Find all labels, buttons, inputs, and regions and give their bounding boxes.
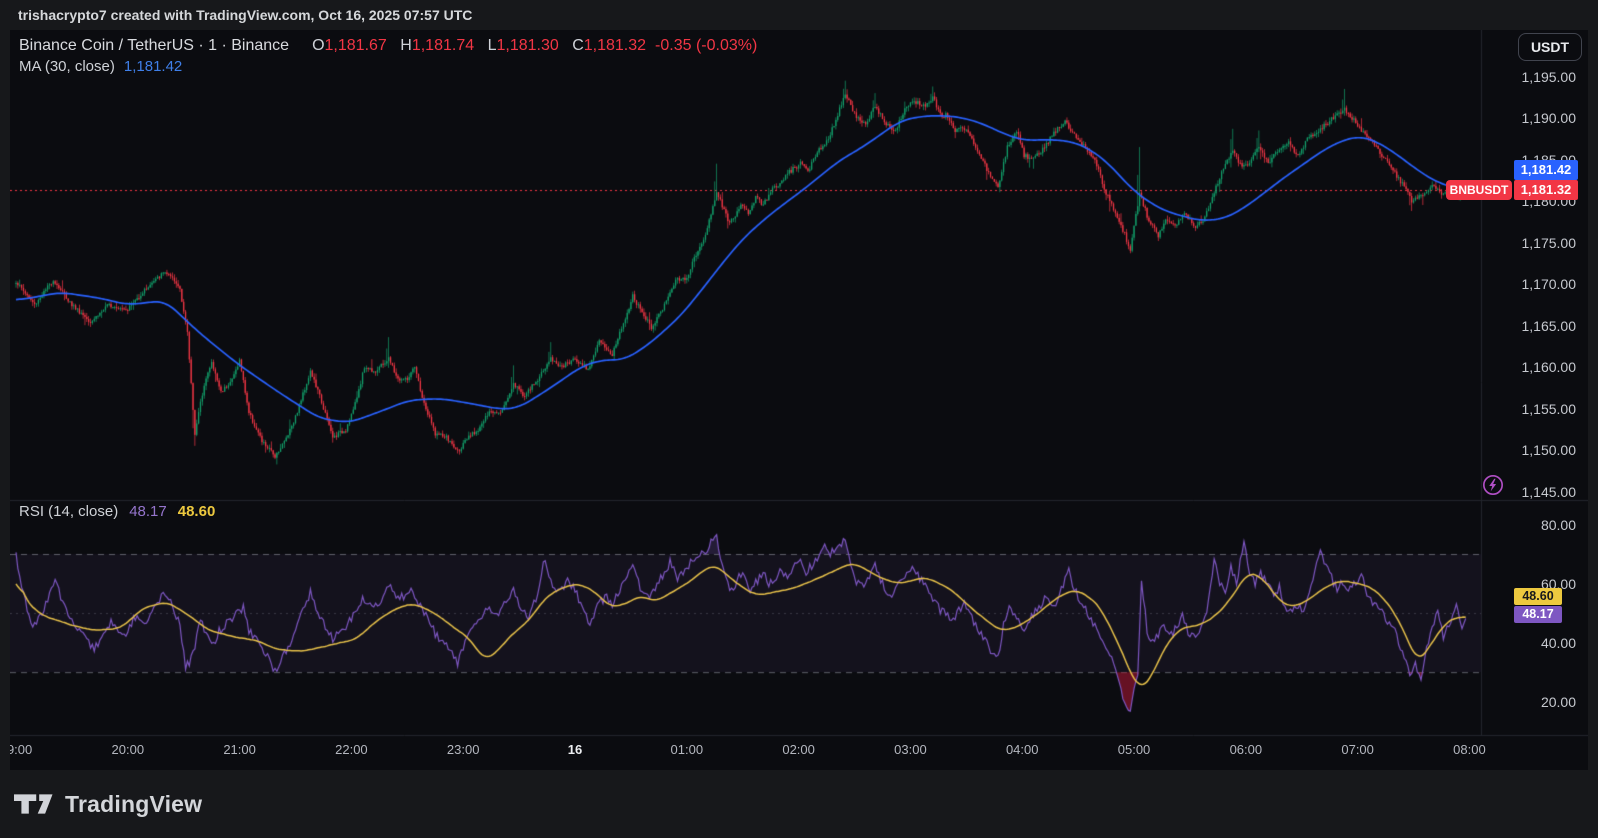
rsi-value: 48.17 [129,503,167,520]
price-tick-label: 1,170.00 [1522,276,1577,292]
time-tick-label: 04:00 [992,742,1052,757]
rsi-legend-row[interactable]: RSI (14, close) 48.17 48.60 [19,503,215,520]
attribution-text: trishacrypto7 created with TradingView.c… [18,7,472,23]
price-chart-canvas[interactable] [10,30,1588,770]
price-tick-label: 1,175.00 [1522,235,1577,251]
tradingview-logo-text[interactable]: TradingView [65,791,202,818]
ma-price-label: 1,181.42 [1514,160,1578,180]
rsi-label: RSI (14, close) [19,503,118,520]
time-tick-label: 01:00 [657,742,717,757]
rsi-tick-label: 20.00 [1541,694,1576,710]
time-tick-label: 05:00 [1104,742,1164,757]
time-tick-label: 21:00 [210,742,270,757]
main-chart-legend: Binance Coin / TetherUS · 1 · Binance O1… [19,37,757,75]
time-tick-label: 02:00 [769,742,829,757]
time-tick-label: 22:00 [321,742,381,757]
price-tick-label: 1,160.00 [1522,359,1577,375]
ma-label: MA (30, close) [19,58,115,75]
time-tick-label: 03:00 [880,742,940,757]
time-tick-label: 23:00 [433,742,493,757]
time-tick-label: 19:00 [10,742,46,757]
close-value: 1,181.32 [584,37,646,54]
ma-legend-row[interactable]: MA (30, close) 1,181.42 [19,58,757,75]
tradingview-snapshot-page: trishacrypto7 created with TradingView.c… [0,0,1598,838]
price-tick-label: 1,165.00 [1522,318,1577,334]
symbol-title[interactable]: Binance Coin / TetherUS · 1 · Binance [19,37,289,55]
rsi-tick-label: 40.00 [1541,635,1576,651]
chart-widget: Binance Coin / TetherUS · 1 · Binance O1… [10,30,1588,770]
rsi-ma-value: 48.60 [178,503,216,520]
price-tick-label: 1,150.00 [1522,442,1577,458]
tradingview-logo-icon[interactable] [14,790,54,818]
time-tick-label: 16 [545,742,605,757]
currency-toggle-button[interactable]: USDT [1518,33,1582,61]
close-label: C [572,37,584,54]
attribution-bar: trishacrypto7 created with TradingView.c… [0,0,1598,30]
open-value: 1,181.67 [325,37,387,54]
rsi-axis-label: 48.17 [1514,606,1562,623]
ohlc-readout: O1,181.67 H1,181.74 L1,181.30 C1,181.32 [303,37,646,55]
open-label: O [312,37,324,54]
change-value: -0.35 (-0.03%) [655,37,757,55]
symbol-legend-row[interactable]: Binance Coin / TetherUS · 1 · Binance O1… [19,37,757,55]
high-label: H [400,37,412,54]
symbol-price-tag: BNBUSDT [1446,180,1512,200]
price-tick-label: 1,145.00 [1522,484,1577,500]
rsi-tick-label: 80.00 [1541,517,1576,533]
rsi-ma-axis-label: 48.60 [1514,588,1562,605]
time-tick-label: 20:00 [98,742,158,757]
price-tick-label: 1,195.00 [1522,69,1577,85]
boost-lightning-icon[interactable] [1482,474,1504,496]
footer-bar: TradingView [0,770,1598,838]
ma-value: 1,181.42 [124,58,182,75]
last-price-label: 1,181.32 [1514,180,1578,200]
time-tick-label: 07:00 [1328,742,1388,757]
time-tick-label: 06:00 [1216,742,1276,757]
price-tick-label: 1,190.00 [1522,110,1577,126]
price-tick-label: 1,155.00 [1522,401,1577,417]
high-value: 1,181.74 [412,37,474,54]
time-tick-label: 08:00 [1439,742,1499,757]
low-value: 1,181.30 [496,37,558,54]
